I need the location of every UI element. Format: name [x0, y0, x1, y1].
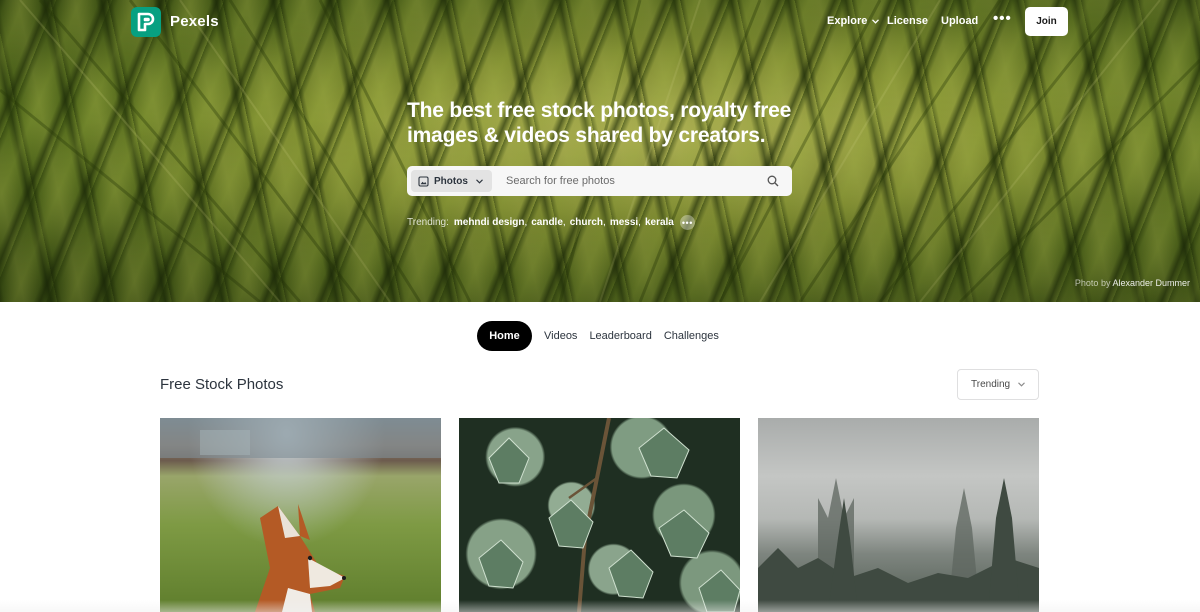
trending-link[interactable]: church	[570, 217, 603, 228]
chevron-down-icon	[872, 18, 880, 24]
more-icon[interactable]: •••	[993, 10, 1012, 27]
trending-link[interactable]: kerala	[645, 217, 674, 228]
nav-upload-link[interactable]: Upload	[941, 15, 978, 27]
content-tabs: Home Videos Leaderboard Challenges	[477, 321, 725, 351]
photo-card[interactable]	[459, 418, 740, 612]
search-type-dropdown[interactable]: Photos	[411, 170, 492, 192]
pexels-logo-icon[interactable]	[131, 7, 161, 37]
sort-label: Trending	[971, 379, 1011, 390]
chevron-down-icon	[476, 178, 483, 184]
fox-photo-image	[160, 418, 441, 612]
hero-background-image	[0, 0, 1200, 302]
sort-dropdown[interactable]: Trending	[957, 369, 1039, 400]
brand-name[interactable]: Pexels	[170, 13, 219, 30]
image-icon	[418, 175, 429, 187]
trending-link[interactable]: mehndi design	[454, 217, 525, 228]
tab-challenges[interactable]: Challenges	[658, 330, 725, 342]
search-bar: Photos	[407, 166, 792, 196]
photo-card[interactable]	[160, 418, 441, 612]
top-navbar: Pexels Explore License Upload ••• Join	[0, 0, 1200, 42]
join-button[interactable]: Join	[1025, 7, 1068, 36]
chevron-down-icon	[1018, 382, 1025, 387]
hero-headline: The best free stock photos, royalty free…	[407, 99, 792, 147]
nav-explore-label: Explore	[827, 15, 868, 27]
ivy-photo-image	[478, 418, 740, 612]
leaf-texture	[0, 0, 1200, 302]
tab-home[interactable]: Home	[477, 321, 532, 351]
trending-link[interactable]: candle	[531, 217, 563, 228]
photo-card[interactable]	[758, 418, 1039, 612]
tab-leaderboard[interactable]: Leaderboard	[583, 330, 657, 342]
search-type-label: Photos	[434, 175, 468, 187]
bottom-fade	[0, 600, 1200, 612]
nav-license-link[interactable]: License	[887, 15, 928, 27]
trending-link[interactable]: messi	[610, 217, 638, 228]
more-trending-icon[interactable]: •••	[679, 215, 695, 230]
forest-photo-image	[758, 478, 1039, 612]
trending-searches: Trending: mehndi design, candle, church,…	[407, 215, 695, 230]
tab-videos[interactable]: Videos	[538, 330, 583, 342]
search-button[interactable]	[758, 166, 788, 196]
photo-credit: Photo by Alexander Dummer	[1075, 278, 1190, 288]
search-icon	[767, 175, 779, 187]
search-input[interactable]	[506, 170, 758, 192]
section-title: Free Stock Photos	[160, 376, 284, 393]
credit-prefix: Photo by	[1074, 278, 1111, 288]
credit-author-link[interactable]: Alexander Dummer	[1112, 278, 1190, 288]
trending-label: Trending:	[407, 217, 449, 228]
nav-explore-menu[interactable]: Explore	[827, 15, 880, 27]
